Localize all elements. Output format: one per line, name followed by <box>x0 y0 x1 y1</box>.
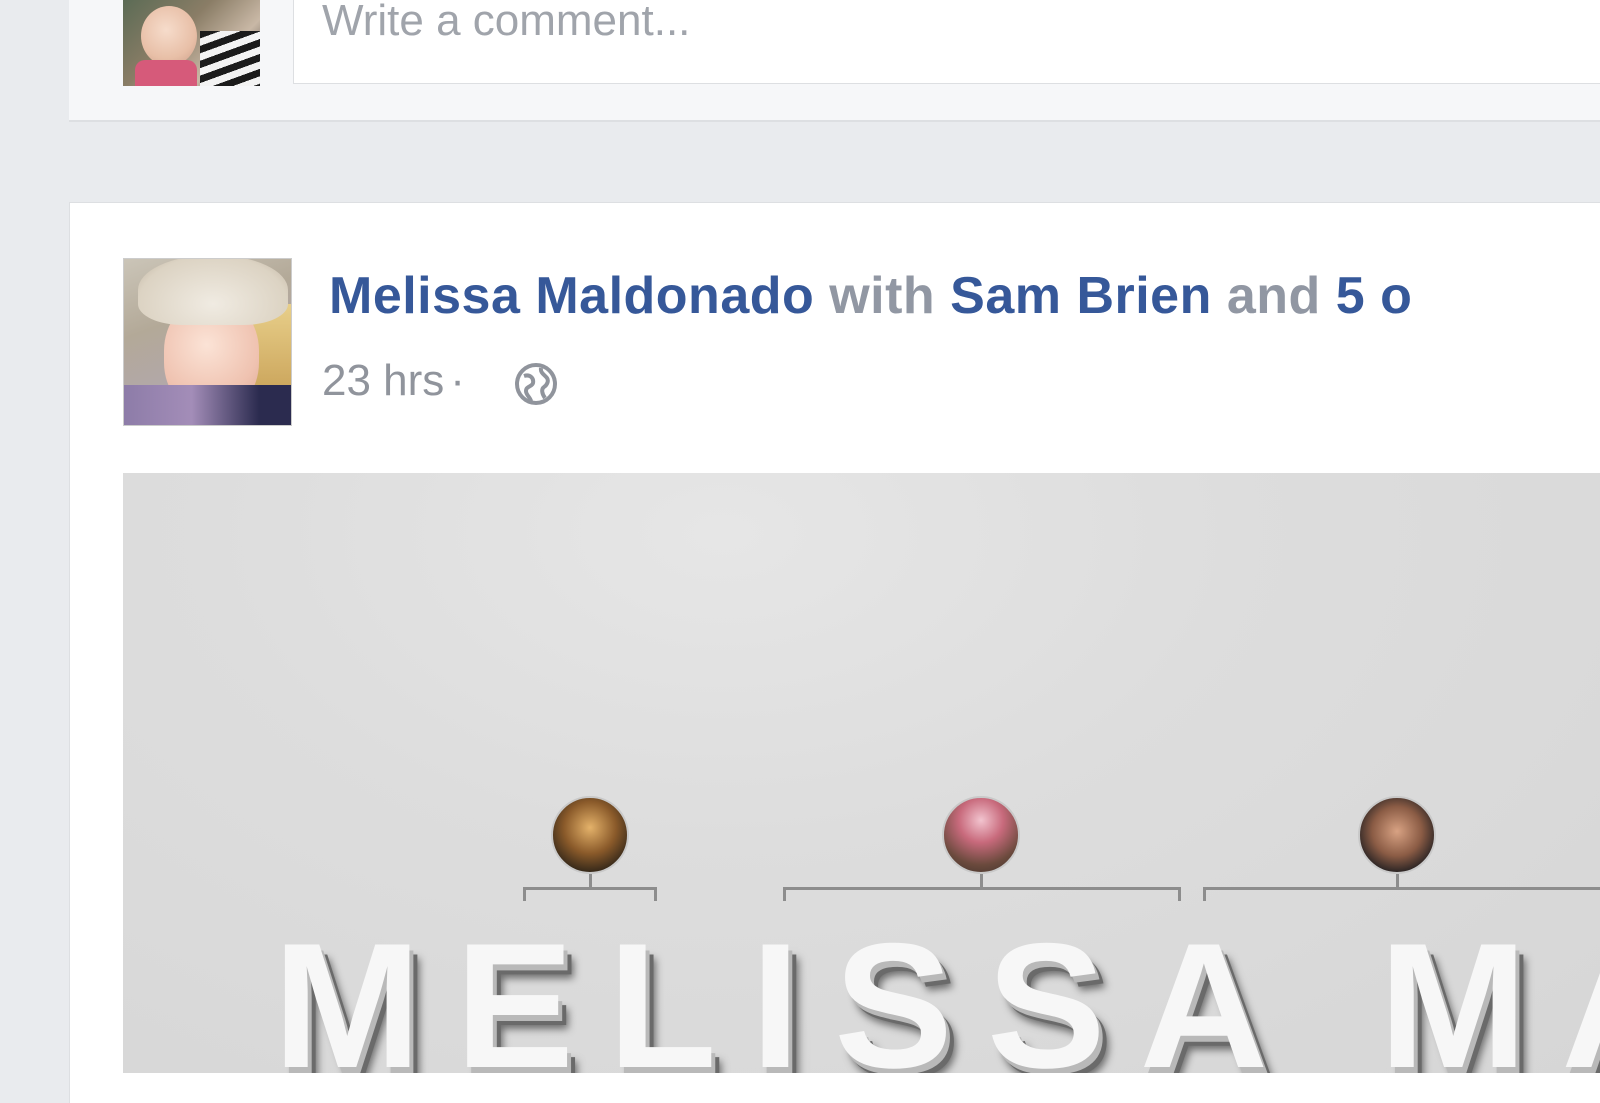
avatar-photo-hat <box>138 259 288 325</box>
avatar-photo-baby <box>141 6 197 66</box>
tagged-person-avatar[interactable] <box>1358 796 1436 874</box>
tagged-friend-link[interactable]: Sam Brien <box>950 267 1212 325</box>
post-image[interactable]: MELISSA MALDO <box>123 473 1600 1073</box>
and-text: and <box>1226 267 1321 325</box>
others-link[interactable]: 5 o <box>1336 267 1413 325</box>
name-bracket <box>1203 887 1600 901</box>
globe-icon[interactable] <box>514 362 558 406</box>
post-meta: 23 hrs · <box>322 356 473 414</box>
name-bracket <box>783 887 1181 901</box>
post-timestamp[interactable]: 23 hrs <box>322 356 444 405</box>
bracket-stem <box>1396 874 1399 888</box>
meta-separator: · <box>450 356 465 405</box>
comment-input[interactable] <box>320 0 1324 51</box>
avatar-photo-detail <box>135 60 197 86</box>
bracket-stem <box>589 874 592 888</box>
avatar-photo-detail <box>124 385 291 425</box>
post-header: Melissa Maldonado with Sam Brien and 5 o <box>329 266 1412 330</box>
tagged-person-avatar[interactable] <box>551 796 629 874</box>
with-text: with <box>829 267 936 325</box>
image-headline-text: MELISSA MALDO <box>273 906 1600 1073</box>
bracket-stem <box>980 874 983 888</box>
name-bracket <box>523 887 657 901</box>
commenter-avatar[interactable] <box>123 0 260 86</box>
author-name-link[interactable]: Melissa Maldonado <box>329 267 814 325</box>
tagged-person-avatar[interactable] <box>942 796 1020 874</box>
avatar-photo-detail <box>200 31 260 86</box>
comment-box[interactable] <box>293 0 1600 84</box>
author-avatar[interactable] <box>123 258 292 426</box>
